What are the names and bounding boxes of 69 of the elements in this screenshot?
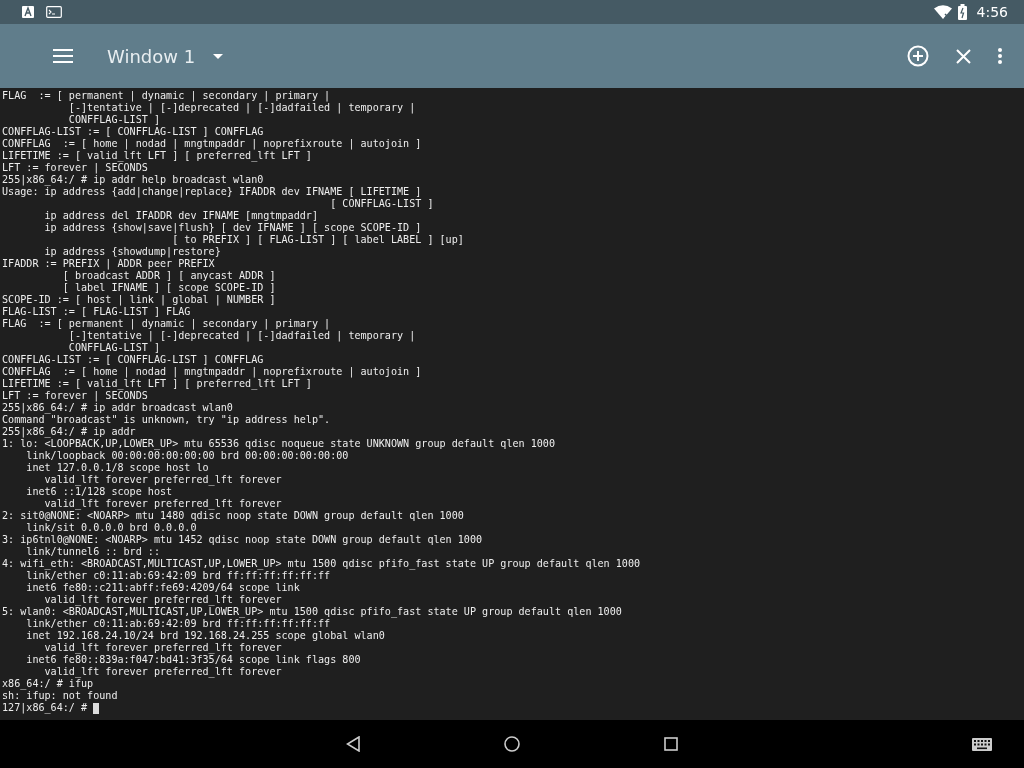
terminal-line: LFT := forever | SECONDS [2,162,148,174]
terminal-line: 4: wifi_eth: <BROADCAST,MULTICAST,UP,LOWER_UP> mtu 1500 qdisc pfifo_fast state UP group default qlen 1000 [2,558,641,570]
terminal-line: inet6 fe80::c211:abff:fe69:4209/64 scope link [25,582,300,594]
terminal-line: valid_lft forever preferred_lft forever [43,594,282,606]
terminal-line: 1: lo: <LOOPBACK,UP,LOWER_UP> mtu 65536 qdisc noqueue state UNKNOWN group default qlen 1000 [2,438,555,450]
home-icon[interactable] [504,736,520,752]
terminal-line: [ CONFFLAG-LIST ] [329,198,434,210]
clock-time: 4:56 [976,4,1008,20]
terminal-line: CONFFLAG := [ home | nodad | mngtmpaddr | noprefixroute | autojoin ] [2,138,422,150]
terminal-line: link/sit 0.0.0.0 brd 0.0.0.0 [25,522,197,534]
terminal-line: ip address {showdump|restore} [43,246,221,258]
terminal-line: [-]tentative | [-]deprecated | [-]dadfailed | temporary | [67,330,416,342]
terminal-line: [-]tentative | [-]deprecated | [-]dadfailed | temporary | [67,102,416,114]
terminal-line: [ broadcast ADDR ] [ anycast ADDR ] [61,270,276,282]
terminal-line: inet 192.168.24.10/24 brd 192.168.24.255 scope global wlan0 [25,630,385,642]
terminal-line: inet6 ::1/128 scope host [25,486,173,498]
shell-prompt: 127|x86_64:/ # [2,702,88,714]
terminal-line: Command "broadcast" is unknown, try "ip address help". [2,414,331,426]
terminal-line: inet6 fe80::839a:f047:bd41:3f35/64 scope link flags 800 [25,654,361,666]
terminal-line: ip address del IFADDR dev IFNAME [mngtmpaddr] [43,210,318,222]
terminal-output[interactable] [0,88,1024,720]
terminal-line: LFT := forever | SECONDS [2,390,148,402]
terminal-line: 5: wlan0: <BROADCAST,MULTICAST,UP,LOWER_UP> mtu 1500 qdisc pfifo_fast state UP group default qlen 1000 [2,606,622,618]
terminal-line: CONFFLAG-LIST := [ CONFFLAG-LIST ] CONFFLAG [2,354,264,366]
more-vert-icon[interactable] [998,48,1002,64]
terminal-line: CONFFLAG := [ home | nodad | mngtmpaddr | noprefixroute | autojoin ] [2,366,422,378]
terminal-line: 3: ip6tnl0@NONE: <NOARP> mtu 1452 qdisc noop state DOWN group default qlen 1000 [2,534,483,546]
window-selector[interactable]: Window 1 [107,41,224,71]
terminal-line: valid_lft forever preferred_lft forever [43,498,282,510]
terminal-line: link/tunnel6 :: brd :: [25,546,160,558]
terminal-line: link/ether c0:11:ab:69:42:09 brd ff:ff:ff:ff:ff:ff [25,570,331,582]
terminal-line: CONFFLAG-LIST ] [67,342,160,354]
font-icon [22,6,34,18]
terminal-line: 2: sit0@NONE: <NOARP> mtu 1480 qdisc noop state DOWN group default qlen 1000 [2,510,464,522]
terminal-line: link/ether c0:11:ab:69:42:09 brd ff:ff:ff:ff:ff:ff [25,618,331,630]
menu-icon[interactable] [53,49,73,63]
terminal-line: [ label IFNAME ] [ scope SCOPE-ID ] [61,282,276,294]
terminal-line: x86_64:/ # ifup [2,678,94,690]
terminal-icon [46,6,62,18]
terminal-line: LIFETIME := [ valid_lft LFT ] [ preferred_lft LFT ] [2,150,312,162]
terminal-line: LIFETIME := [ valid_lft LFT ] [ preferred_lft LFT ] [2,378,312,390]
wifi-icon [933,5,952,19]
battery-icon [957,4,967,20]
terminal-line: valid_lft forever preferred_lft forever [43,474,282,486]
text-cursor [93,702,100,714]
back-icon[interactable] [346,736,360,752]
terminal-line: 255|x86_64:/ # ip addr help broadcast wlan0 [2,174,264,186]
terminal-line: ip address {show|save|flush} [ dev IFNAME ] [ scope SCOPE-ID ] [43,222,422,234]
terminal-line: valid_lft forever preferred_lft forever [43,642,282,654]
terminal-line: FLAG := [ permanent | dynamic | secondary | primary | [2,90,331,102]
terminal-line: Usage: ip address {add|change|replace} IFADDR dev IFNAME [ LIFETIME ] [2,186,422,198]
terminal-line: CONFFLAG-LIST := [ CONFFLAG-LIST ] CONFFLAG [2,126,264,138]
keyboard-icon[interactable] [972,738,992,751]
terminal-line: [ to PREFIX ] [ FLAG-LIST ] [ label LABEL ] [up] [171,234,464,246]
terminal-line: SCOPE-ID := [ host | link | global | NUMBER ] [2,294,276,306]
terminal-line: CONFFLAG-LIST ] [67,114,160,126]
recents-icon[interactable] [664,737,678,751]
terminal-line: valid_lft forever preferred_lft forever [43,666,282,678]
terminal-line: link/loopback 00:00:00:00:00:00 brd 00:00:00:00:00:00 [25,450,349,462]
terminal-line: FLAG := [ permanent | dynamic | secondary | primary | [2,318,331,330]
close-icon[interactable] [956,48,971,64]
terminal-line: IFADDR := PREFIX | ADDR peer PREFIX [2,258,215,270]
terminal-line: 255|x86_64:/ # ip addr [2,426,136,438]
terminal-line: sh: ifup: not found [2,690,118,702]
add-circle-icon[interactable] [907,45,929,67]
terminal-line: 255|x86_64:/ # ip addr broadcast wlan0 [2,402,233,414]
terminal-line: inet 127.0.0.1/8 scope host lo [25,462,209,474]
terminal-line: FLAG-LIST := [ FLAG-LIST ] FLAG [2,306,191,318]
caret-icon [213,53,224,59]
